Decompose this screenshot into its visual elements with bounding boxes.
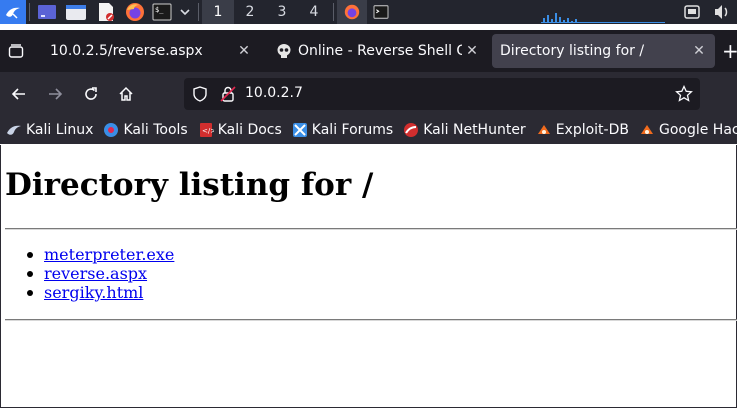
divider-bottom	[5, 319, 737, 321]
insecure-lock-icon[interactable]	[220, 86, 236, 102]
list-item: sergiky.html	[25, 283, 174, 302]
network-indicator[interactable]	[677, 0, 707, 24]
terminal-icon: $_	[152, 3, 172, 21]
close-tab-button[interactable]: ✕	[236, 43, 252, 59]
bookmark-label: Kali Tools	[123, 122, 188, 138]
folder-icon	[66, 5, 86, 20]
network-icon	[684, 5, 700, 19]
bookmark-label: Exploit-DB	[555, 122, 629, 138]
page-content: Directory listing for / meterpreter.exe …	[0, 145, 737, 408]
file-link-reverse-aspx[interactable]: reverse.aspx	[44, 264, 147, 283]
chevron-down-icon	[180, 9, 190, 16]
firefox-icon	[344, 4, 360, 20]
workspace-4[interactable]: 4	[298, 0, 330, 24]
bookmark-kali-docs[interactable]: </> Kali Docs	[198, 122, 282, 138]
tab-reverse-aspx[interactable]: 10.0.2.5/reverse.aspx ✕	[40, 34, 260, 68]
bookmark-kali-tools[interactable]: Kali Tools	[103, 122, 188, 138]
bookmarks-toolbar: Kali Linux Kali Tools </> Kali Docs Kali…	[0, 116, 737, 144]
text-editor-launcher[interactable]	[91, 0, 121, 24]
bookmark-label: Kali NetHunter	[423, 122, 526, 138]
arrow-left-icon	[11, 88, 25, 100]
bookmark-kali-nethunter[interactable]: Kali NetHunter	[403, 122, 526, 138]
kali-dragon-icon	[6, 7, 20, 19]
taskbar-separator	[29, 3, 30, 21]
workspace-2[interactable]: 2	[234, 0, 266, 24]
browser-tab-strip: 10.0.2.5/reverse.aspx ✕ Online - Reverse…	[0, 30, 737, 72]
kali-forums-icon	[292, 122, 308, 138]
svg-text:</>: </>	[202, 127, 214, 135]
bullet-icon	[27, 290, 33, 296]
svg-text:$_: $_	[155, 6, 164, 14]
show-desktop-button[interactable]	[33, 0, 61, 24]
plus-icon: +	[722, 39, 737, 63]
system-taskbar: $_ 1 2 3 4	[0, 0, 737, 24]
exploit-db-icon	[536, 122, 552, 138]
tab-title: 10.0.2.5/reverse.aspx	[50, 43, 203, 59]
volume-indicator[interactable]	[707, 0, 737, 24]
bookmark-label: Kali Linux	[26, 122, 94, 138]
workspace-3[interactable]: 3	[266, 0, 298, 24]
home-button[interactable]	[114, 82, 138, 106]
divider-top	[5, 228, 737, 230]
firefox-launcher[interactable]	[121, 0, 149, 24]
speaker-icon	[715, 5, 728, 19]
page-title: Directory listing for /	[5, 167, 374, 203]
file-manager-launcher[interactable]	[61, 0, 91, 24]
skull-icon	[277, 44, 291, 58]
tab-title: Online - Reverse Shell Ge	[298, 43, 462, 59]
bookmark-star-icon[interactable]	[675, 85, 693, 103]
tab-list-button[interactable]	[4, 39, 28, 63]
cpu-graph-icon	[541, 1, 665, 23]
desktop-icon	[38, 5, 56, 19]
bookmark-label: Kali Forums	[311, 122, 394, 138]
firefox-icon	[126, 3, 144, 21]
terminal-window-button[interactable]	[367, 0, 395, 24]
workspace-1[interactable]: 1	[202, 0, 234, 24]
kali-tools-icon	[103, 122, 119, 138]
system-tray	[541, 0, 737, 24]
tab-list-icon	[8, 44, 24, 58]
shield-icon[interactable]	[192, 86, 208, 102]
home-icon	[119, 86, 133, 101]
reload-icon	[85, 87, 97, 100]
taskbar-separator	[333, 3, 334, 21]
bookmark-google-hacking[interactable]: Google Hacki	[639, 122, 737, 138]
firefox-window-button[interactable]	[337, 0, 367, 24]
launcher-dropdown-button[interactable]	[175, 0, 195, 24]
close-tab-button[interactable]: ✕	[464, 43, 480, 59]
list-item: reverse.aspx	[25, 264, 174, 283]
new-tab-button[interactable]: +	[722, 38, 737, 64]
bookmark-exploit-db[interactable]: Exploit-DB	[536, 122, 629, 138]
file-link-sergiky-html[interactable]: sergiky.html	[44, 283, 143, 302]
kali-dragon-icon	[6, 122, 22, 138]
tab-directory-listing[interactable]: Directory listing for / ✕	[492, 34, 715, 68]
reload-button[interactable]	[79, 82, 103, 106]
list-item: meterpreter.exe	[25, 245, 174, 264]
file-link-meterpreter-exe[interactable]: meterpreter.exe	[44, 245, 174, 264]
tab-title: Directory listing for /	[500, 43, 645, 59]
terminal-launcher[interactable]: $_	[149, 0, 175, 24]
url-text[interactable]: 10.0.2.7	[245, 85, 303, 101]
url-bar[interactable]: 10.0.2.7	[184, 78, 700, 110]
nethunter-icon	[403, 122, 419, 138]
back-button[interactable]	[7, 82, 31, 106]
tab-reverse-shell-generator[interactable]: Online - Reverse Shell Ge ✕	[266, 34, 488, 68]
bullet-icon	[27, 252, 33, 258]
bookmark-label: Kali Docs	[217, 122, 282, 138]
navigation-toolbar: 10.0.2.7	[0, 72, 737, 116]
taskbar-separator	[198, 3, 199, 21]
file-list: meterpreter.exe reverse.aspx sergiky.htm…	[25, 245, 174, 302]
forward-button[interactable]	[43, 82, 67, 106]
bookmark-kali-forums[interactable]: Kali Forums	[292, 122, 393, 138]
bullet-icon	[27, 271, 33, 277]
kali-menu-button[interactable]	[0, 0, 26, 24]
kali-docs-icon: </>	[198, 122, 214, 138]
terminal-icon	[373, 5, 389, 19]
google-hacking-icon	[639, 122, 655, 138]
text-editor-icon	[99, 3, 114, 21]
close-tab-button[interactable]: ✕	[691, 43, 707, 59]
bookmark-kali-linux[interactable]: Kali Linux	[6, 122, 93, 138]
arrow-right-icon	[49, 88, 63, 100]
bookmark-label: Google Hacki	[658, 122, 737, 138]
